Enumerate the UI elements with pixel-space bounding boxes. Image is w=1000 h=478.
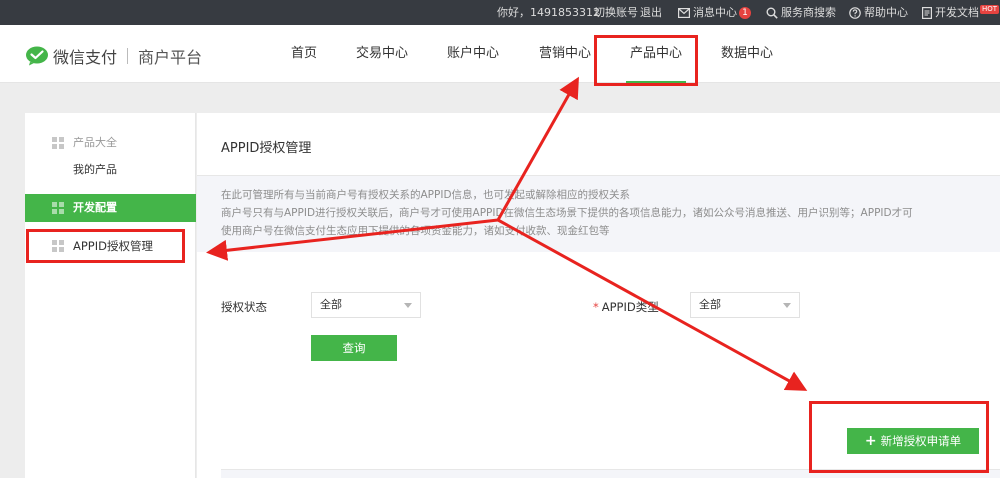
grid-icon	[52, 240, 64, 252]
sidebar-item-label: APPID授权管理	[73, 239, 153, 253]
logo-text: 微信支付	[53, 48, 118, 67]
sidebar: 产品大全 我的产品 开发配置 APPID授权管理	[25, 113, 196, 478]
sidebar-group-dev-config[interactable]: 开发配置	[25, 194, 196, 222]
platform-name: 商户平台	[138, 48, 203, 67]
wechat-pay-logo[interactable]: 微信支付 商户平台	[25, 45, 202, 67]
required-marker: *	[593, 300, 599, 314]
help-center-link[interactable]: 帮助中心	[849, 0, 908, 25]
search-icon	[766, 7, 778, 19]
help-center-label: 帮助中心	[864, 6, 908, 19]
appid-type-label-text: APPID类型	[601, 300, 659, 314]
auth-status-select[interactable]: 全部	[311, 292, 421, 318]
logo-divider	[127, 48, 129, 64]
page-title: APPID授权管理	[221, 141, 312, 156]
nav-products[interactable]: 产品中心	[625, 25, 687, 83]
nav-data[interactable]: 数据中心	[721, 25, 773, 83]
auth-status-label: 授权状态	[221, 300, 267, 314]
sidebar-group-title: 产品大全	[73, 136, 117, 149]
search-provider-label: 服务商搜索	[781, 6, 836, 19]
sidebar-group-title: 开发配置	[73, 201, 117, 214]
chevron-down-icon	[783, 303, 791, 308]
new-auth-request-button[interactable]: + 新增授权申请单	[847, 428, 979, 454]
main-header: 微信支付 商户平台 首页 交易中心 账户中心 营销中心 产品中心 数据中心	[0, 25, 1000, 83]
greeting-text: 你好，1491853312	[497, 6, 600, 19]
wechat-pay-logo-icon	[26, 46, 48, 66]
appid-type-select[interactable]: 全部	[690, 292, 800, 318]
appid-type-label: * APPID类型	[593, 299, 659, 315]
info-box: 在此可管理所有与当前商户号有授权关系的APPID信息，也可发起或解除相应的授权关…	[197, 176, 1000, 252]
nav-marketing[interactable]: 营销中心	[539, 25, 591, 83]
sidebar-item-my-products[interactable]: 我的产品	[25, 156, 196, 184]
new-auth-request-label: 新增授权申请单	[880, 434, 962, 448]
info-line: 使用商户号在微信支付生态应用下提供的各项资金能力，诸如支付收款、现金红包等	[221, 225, 610, 237]
sidebar-group-product-catalog: 产品大全	[25, 129, 196, 157]
messages-link[interactable]: 消息中心 1	[678, 0, 751, 25]
search-provider-link[interactable]: 服务商搜索	[766, 0, 836, 25]
main-panel: APPID授权管理 在此可管理所有与当前商户号有授权关系的APPID信息，也可发…	[197, 113, 1000, 478]
message-count-badge: 1	[739, 7, 751, 19]
appid-type-value: 全部	[699, 298, 721, 311]
grid-icon	[52, 137, 64, 149]
info-line: 商户号只有与APPID进行授权关联后，商户号才可使用APPID在微信生态场景下提…	[221, 207, 913, 219]
document-icon	[922, 7, 932, 19]
plus-icon: +	[864, 433, 877, 449]
sidebar-item-appid-auth[interactable]: APPID授权管理	[25, 232, 196, 260]
mail-icon	[678, 8, 690, 18]
dev-docs-link[interactable]: 开发文档 HOT	[922, 0, 1000, 25]
nav-home[interactable]: 首页	[291, 25, 317, 83]
hot-badge: HOT	[980, 5, 1000, 14]
nav-transactions[interactable]: 交易中心	[356, 25, 408, 83]
nav-accounts[interactable]: 账户中心	[447, 25, 499, 83]
auth-status-value: 全部	[320, 298, 342, 311]
top-bar: 你好，1491853312 切换账号 退出 消息中心 1 服务商搜索 帮助中心 开…	[0, 0, 1000, 25]
sidebar-item-label: 我的产品	[73, 163, 117, 176]
info-line: 在此可管理所有与当前商户号有授权关系的APPID信息，也可发起或解除相应的授权关…	[221, 189, 631, 201]
switch-account-link[interactable]: 切换账号	[594, 0, 638, 25]
logout-link[interactable]: 退出	[640, 0, 662, 25]
messages-label: 消息中心	[693, 6, 737, 19]
help-icon	[849, 7, 861, 19]
chevron-down-icon	[404, 303, 412, 308]
dev-docs-label: 开发文档	[935, 6, 979, 19]
table-header-strip	[221, 469, 1000, 478]
grid-icon	[52, 202, 64, 214]
query-button[interactable]: 查询	[311, 335, 397, 361]
